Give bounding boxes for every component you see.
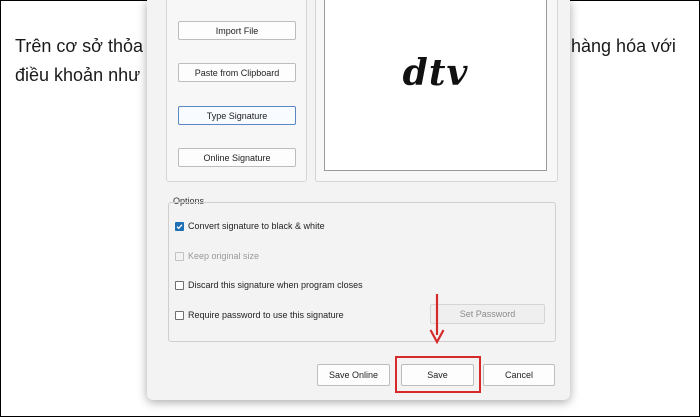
- signature-source-panel: Import File Paste from Clipboard Type Si…: [166, 0, 307, 182]
- type-signature-button[interactable]: Type Signature: [178, 106, 296, 125]
- keep-original-size-checkbox: [175, 251, 184, 261]
- save-online-button[interactable]: Save Online: [317, 364, 390, 386]
- online-signature-button[interactable]: Online Signature: [178, 148, 296, 167]
- signature-dialog: Import File Paste from Clipboard Type Si…: [147, 0, 570, 400]
- discard-on-close-checkbox[interactable]: [175, 280, 184, 290]
- set-password-button: Set Password: [430, 304, 545, 324]
- checkmark-icon: [176, 223, 183, 229]
- keep-original-size-label: Keep original size: [188, 251, 260, 261]
- down-arrow-annotation-icon: [429, 294, 445, 345]
- document-text-line1: Trên cơ sở thỏa: [15, 36, 143, 56]
- discard-on-close-option[interactable]: Discard this signature when program clos…: [175, 280, 363, 290]
- signature-image-text: dtv: [402, 52, 469, 94]
- require-password-option[interactable]: Require password to use this signature: [175, 310, 344, 320]
- document-text-line2: điều khoản như: [15, 65, 141, 85]
- signature-preview-panel: dtv: [315, 0, 558, 182]
- paste-from-clipboard-button[interactable]: Paste from Clipboard: [178, 63, 296, 82]
- save-highlight-box: [395, 356, 481, 393]
- require-password-label: Require password to use this signature: [188, 310, 344, 320]
- cancel-button[interactable]: Cancel: [483, 364, 555, 386]
- signature-preview: dtv: [324, 0, 547, 171]
- import-file-button[interactable]: Import File: [178, 21, 296, 40]
- convert-bw-checkbox[interactable]: [175, 221, 184, 231]
- convert-bw-option[interactable]: Convert signature to black & white: [175, 221, 325, 231]
- document-text-line1-right: n hàng hóa với: [556, 36, 676, 56]
- keep-original-size-option: Keep original size: [175, 251, 259, 261]
- convert-bw-label: Convert signature to black & white: [188, 221, 325, 231]
- discard-on-close-label: Discard this signature when program clos…: [188, 280, 363, 290]
- require-password-checkbox[interactable]: [175, 310, 184, 320]
